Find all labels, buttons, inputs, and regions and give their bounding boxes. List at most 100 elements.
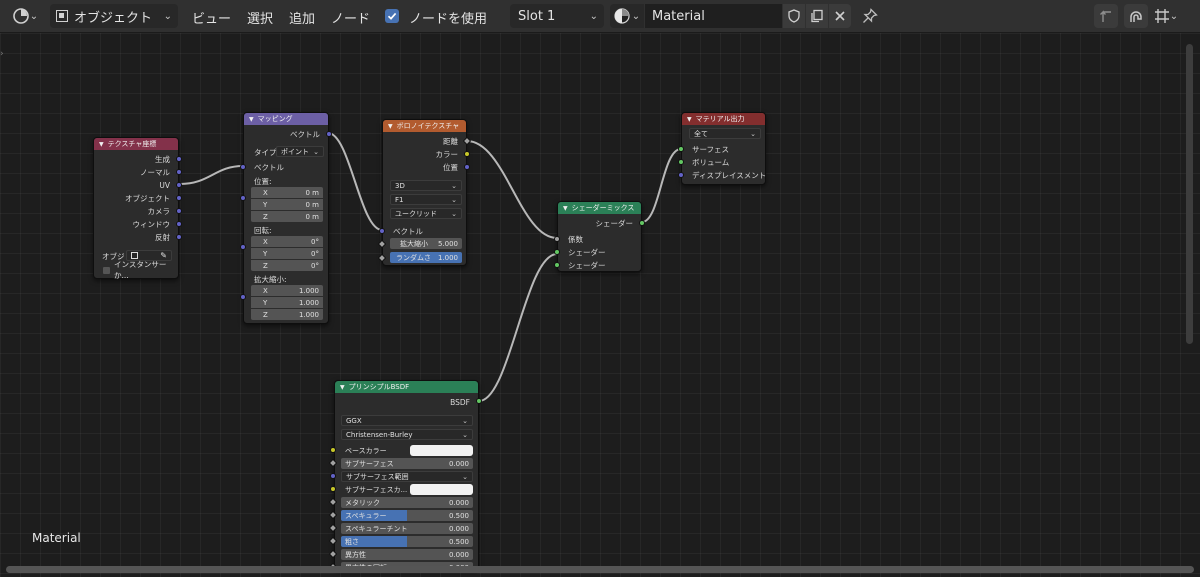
- principled-bsdf-node[interactable]: ▼ プリンシプルBSDF BSDF GGX ⌄ Christensen-Burle…: [334, 380, 479, 570]
- voronoi-texture-node[interactable]: ▼ ボロノイテクスチャ 距離 カラー 位置 3D ⌄ F1 ⌄ ユークリッド ⌄ ベク…: [377, 119, 472, 266]
- randomness-field[interactable]: ランダムさ 1.000: [390, 252, 462, 263]
- field-value: 1.000: [298, 298, 319, 307]
- color-swatch[interactable]: [410, 484, 473, 495]
- scale-y-field[interactable]: Y 1.000: [251, 297, 323, 308]
- output-socket[interactable]: [639, 220, 645, 226]
- dimensions-select[interactable]: 3D ⌄: [390, 180, 462, 191]
- parent-node-tree-button[interactable]: [1094, 4, 1118, 28]
- node-header[interactable]: ▼ マテリアル出力: [682, 113, 765, 125]
- collapse-icon[interactable]: ▼: [249, 116, 254, 123]
- location-y-field[interactable]: Y 0 m: [251, 199, 323, 210]
- menu-add[interactable]: 追加: [289, 8, 315, 27]
- input-socket[interactable]: [240, 294, 246, 300]
- output-socket[interactable]: [326, 131, 332, 137]
- bsdf-input-socket[interactable]: [330, 473, 336, 479]
- input-socket[interactable]: [678, 146, 684, 152]
- output-socket[interactable]: [176, 221, 182, 227]
- distance-metric-select[interactable]: ユークリッド ⌄: [390, 208, 462, 219]
- rotation-x-field[interactable]: X 0°: [251, 236, 323, 247]
- new-material-button[interactable]: [806, 4, 828, 28]
- bsdf-input-socket[interactable]: [330, 486, 336, 492]
- output-socket[interactable]: [176, 182, 182, 188]
- output-socket[interactable]: [176, 234, 182, 240]
- use-nodes-checkbox[interactable]: [385, 9, 399, 23]
- output-socket[interactable]: [464, 151, 470, 157]
- output-socket[interactable]: [464, 164, 470, 170]
- mix-shader-node[interactable]: ▼ シェーダーミックス シェーダー 係数 シェーダー シェーダー: [554, 201, 645, 272]
- node-header[interactable]: ▼ マッピング: [244, 113, 328, 125]
- collapse-icon[interactable]: ▼: [99, 141, 104, 148]
- bsdf-input-field[interactable]: サブサーフェス範囲 ⌄: [341, 471, 473, 482]
- rotation-y-field[interactable]: Y 0°: [251, 248, 323, 259]
- object-mode-select[interactable]: オブジェクト ⌄: [50, 4, 178, 28]
- snap-toggle-button[interactable]: [1124, 4, 1148, 28]
- pin-button[interactable]: [858, 4, 882, 28]
- subsurface-method-value: Christensen-Burley: [346, 430, 413, 439]
- input-socket[interactable]: [678, 172, 684, 178]
- voronoi-scale-field[interactable]: 拡大縮小 5.000: [390, 238, 462, 249]
- unlink-material-button[interactable]: [829, 4, 851, 28]
- input-socket[interactable]: [554, 262, 560, 268]
- distribution-select[interactable]: GGX ⌄: [341, 415, 473, 426]
- menu-select[interactable]: 選択: [247, 8, 273, 27]
- menu-view[interactable]: ビュー: [192, 8, 231, 27]
- bsdf-input-field[interactable]: メタリック 0.000: [341, 497, 473, 508]
- location-x-field[interactable]: X 0 m: [251, 187, 323, 198]
- collapse-icon[interactable]: ▼: [563, 205, 568, 212]
- bsdf-input-field[interactable]: サブサーフェス 0.000: [341, 458, 473, 469]
- socket-label: ウィンドウ: [132, 219, 171, 229]
- socket-row: シェーダー: [558, 246, 641, 258]
- horizontal-scrollbar[interactable]: [6, 566, 1194, 573]
- node-header[interactable]: ▼ シェーダーミックス: [558, 202, 641, 214]
- input-socket[interactable]: [554, 236, 560, 242]
- output-socket[interactable]: [176, 156, 182, 162]
- mapping-node[interactable]: ▼ マッピング ベクトル タイプ ポイント ⌄ ベクトル 位置: X 0 m Y 0…: [240, 112, 332, 324]
- input-socket[interactable]: [240, 244, 246, 250]
- material-name-field[interactable]: Material: [645, 4, 782, 28]
- bsdf-input-field[interactable]: スペキュラー 0.500: [341, 510, 473, 521]
- node-header[interactable]: ▼ プリンシプルBSDF: [335, 381, 478, 393]
- bsdf-input-socket[interactable]: [330, 447, 336, 453]
- input-socket[interactable]: [554, 249, 560, 255]
- bsdf-input-field[interactable]: サブサーフェスカ...: [341, 484, 473, 495]
- chevron-down-icon: ⌄: [29, 10, 39, 22]
- collapse-icon[interactable]: ▼: [388, 123, 393, 130]
- fake-user-button[interactable]: [783, 4, 805, 28]
- bsdf-input-field[interactable]: ベースカラー: [341, 445, 473, 456]
- input-socket[interactable]: [240, 195, 246, 201]
- feature-select[interactable]: F1 ⌄: [390, 194, 462, 205]
- location-z-field[interactable]: Z 0 m: [251, 211, 323, 222]
- scale-x-field[interactable]: X 1.000: [251, 285, 323, 296]
- collapse-icon[interactable]: ▼: [340, 384, 345, 391]
- node-editor-canvas[interactable]: ›: [0, 33, 1200, 577]
- scale-z-field[interactable]: Z 1.000: [251, 309, 323, 320]
- material-slot-select[interactable]: Slot 1 ⌄: [510, 4, 604, 28]
- output-socket[interactable]: [176, 208, 182, 214]
- vertical-scrollbar[interactable]: [1186, 44, 1193, 344]
- bsdf-input-field[interactable]: スペキュラーチント 0.000: [341, 523, 473, 534]
- editor-type-button[interactable]: ⌄: [6, 4, 44, 28]
- field-value: 0 m: [305, 212, 320, 221]
- output-socket[interactable]: [176, 169, 182, 175]
- bsdf-input-field[interactable]: 粗さ 0.500: [341, 536, 473, 547]
- browse-material-button[interactable]: ⌄: [610, 4, 644, 28]
- rotation-z-field[interactable]: Z 0°: [251, 260, 323, 271]
- node-header[interactable]: ▼ ボロノイテクスチャ: [383, 120, 466, 132]
- sidebar-expand-icon[interactable]: ›: [0, 49, 4, 59]
- subsurface-method-select[interactable]: Christensen-Burley ⌄: [341, 429, 473, 440]
- snap-element-select[interactable]: ⌄: [1151, 4, 1181, 28]
- bsdf-output-socket[interactable]: [476, 398, 482, 404]
- bsdf-input-field[interactable]: 異方性 0.000: [341, 549, 473, 560]
- output-socket[interactable]: [176, 195, 182, 201]
- texture-coordinate-node[interactable]: ▼ テクスチャ座標 生成 ノーマル UV オブジェクト カメラ ウィンドウ 反射…: [93, 137, 182, 280]
- material-output-node[interactable]: ▼ マテリアル出力 全て ⌄ サーフェス ボリューム ディスプレイスメント: [678, 112, 766, 185]
- socket-row: ボリューム: [682, 156, 765, 168]
- type-label: タイプ: [254, 147, 277, 157]
- output-target-select[interactable]: 全て ⌄: [689, 128, 761, 139]
- collapse-icon[interactable]: ▼: [687, 116, 692, 123]
- color-swatch[interactable]: [410, 445, 473, 456]
- input-socket[interactable]: [678, 159, 684, 165]
- mapping-type-select[interactable]: ポイント ⌄: [276, 146, 324, 157]
- menu-node[interactable]: ノード: [331, 8, 370, 27]
- node-header[interactable]: ▼ テクスチャ座標: [94, 138, 178, 150]
